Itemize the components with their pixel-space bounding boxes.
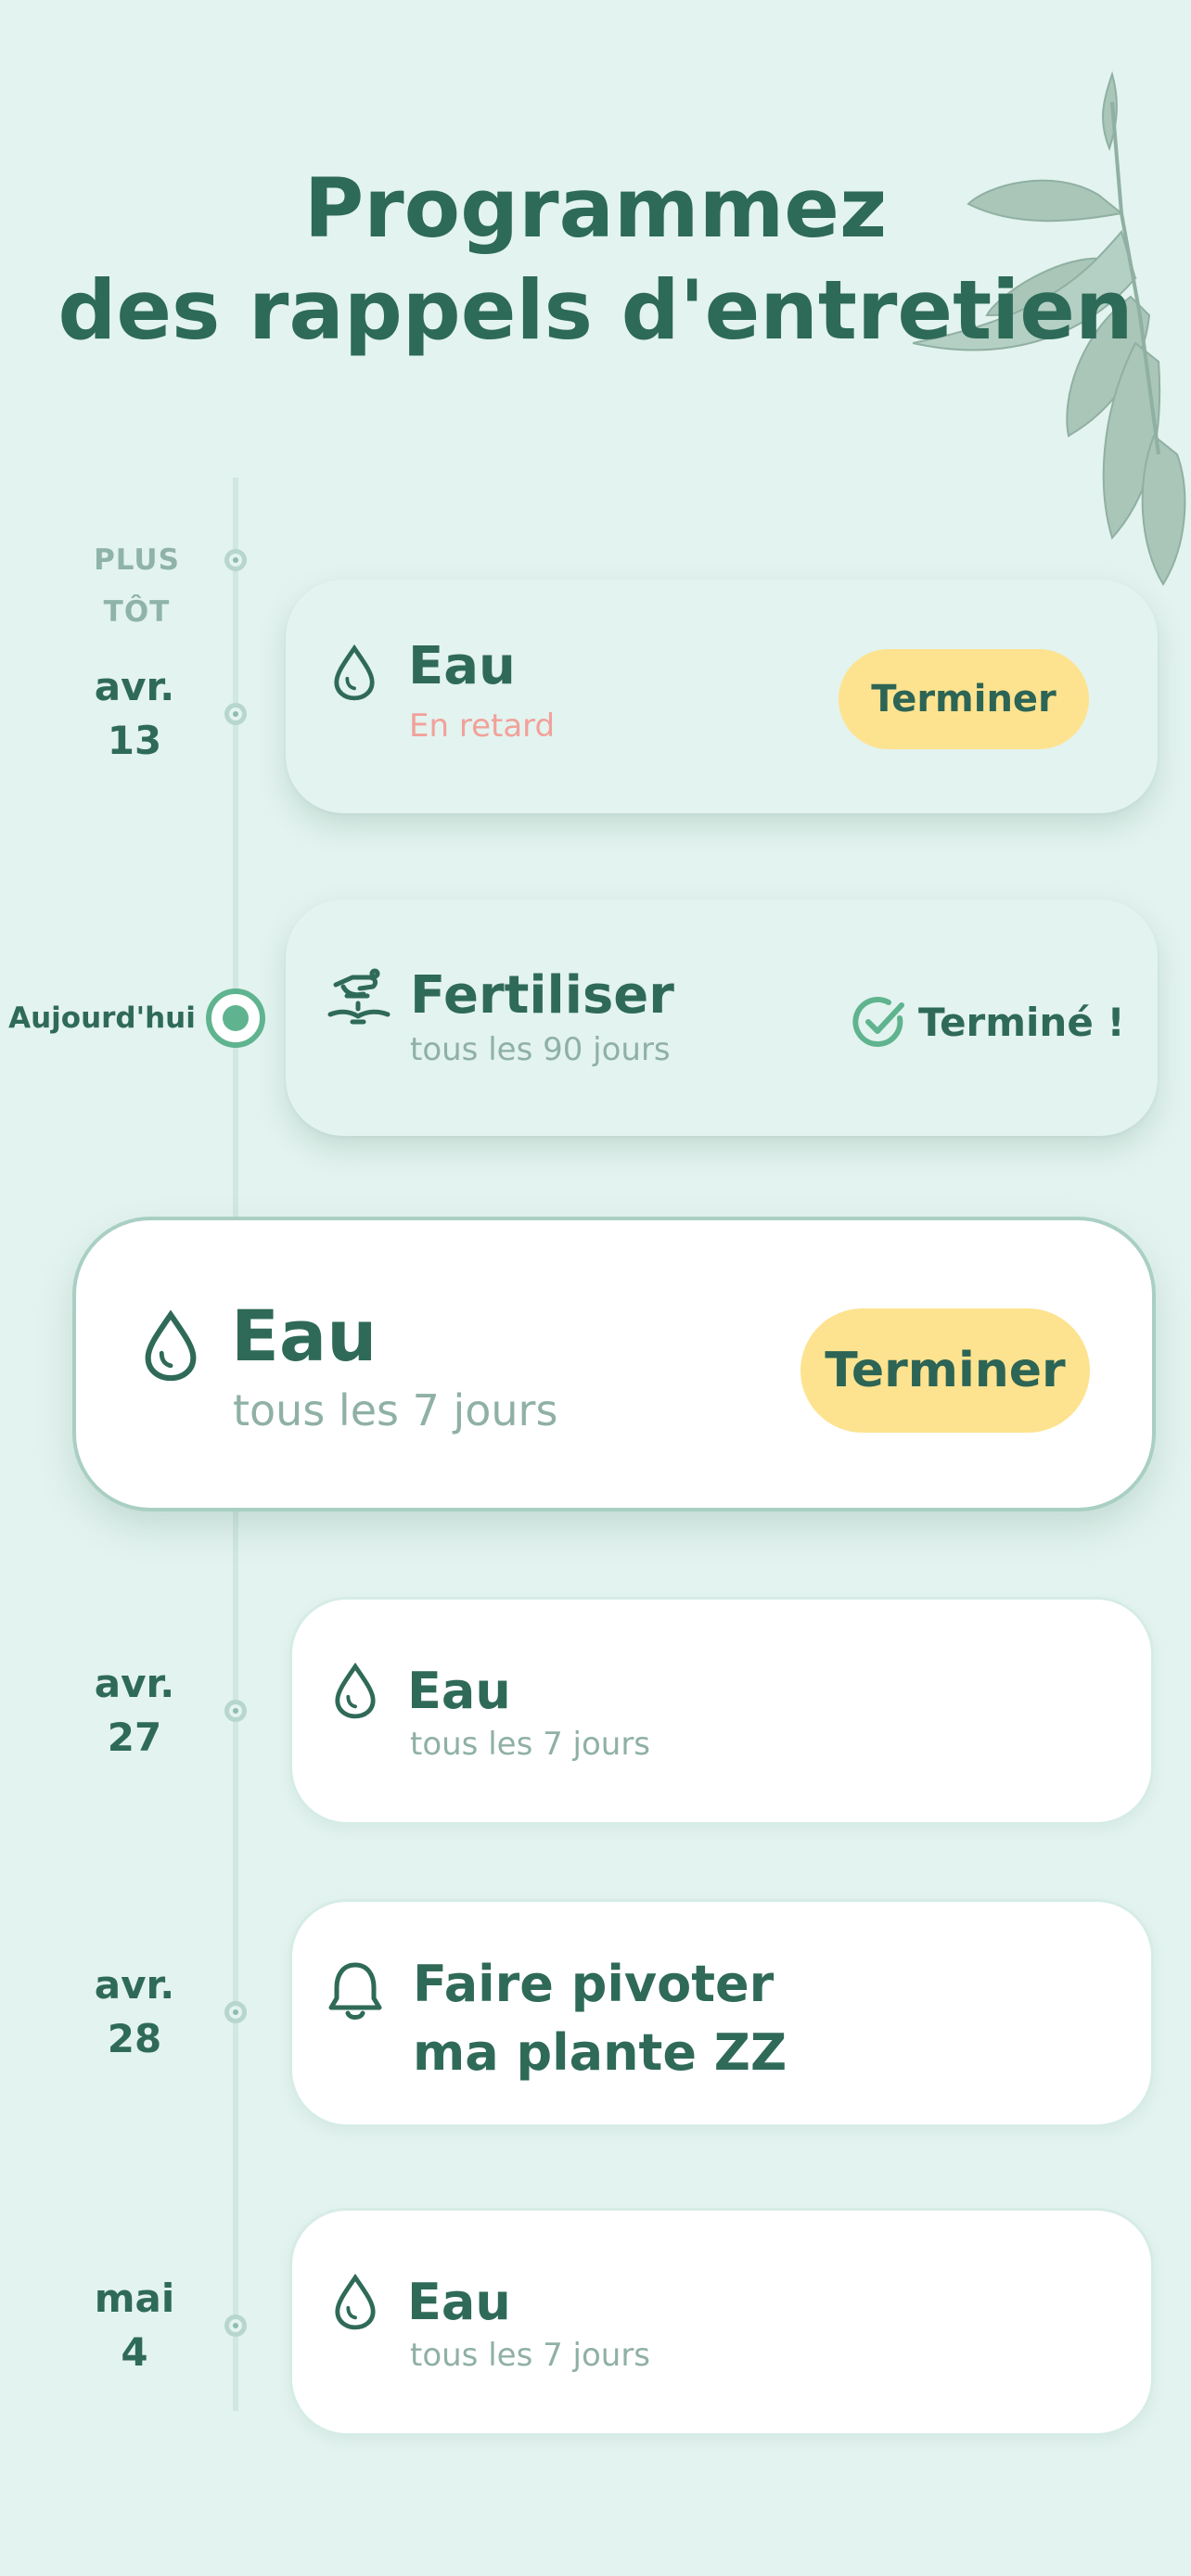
task-title: Eau: [408, 636, 516, 696]
today-label: Aujourd'hui: [8, 1001, 196, 1035]
task-title: Eau: [407, 1662, 511, 1720]
date-month: mai: [94, 2276, 175, 2321]
finish-button[interactable]: Terminer: [800, 1308, 1090, 1433]
date-month: avr.: [94, 1962, 175, 2008]
timeline-dot: [224, 1700, 247, 1722]
finish-button[interactable]: Terminer: [839, 649, 1089, 749]
date-month: avr.: [94, 1661, 175, 1706]
water-drop-icon: [145, 1310, 197, 1382]
task-frequency: tous les 7 jours: [410, 2337, 651, 2374]
date-month: avr.: [94, 664, 175, 709]
timeline-dot: [224, 549, 247, 571]
timeline-dot: [224, 2315, 247, 2337]
date-day: 4: [121, 2329, 148, 2375]
date-day: 13: [107, 718, 162, 763]
task-card-rotate[interactable]: Faire pivoter ma plante ZZ: [289, 1899, 1154, 2127]
task-title-line-1: Faire pivoter: [413, 1955, 775, 2013]
task-title: Faire pivoter ma plante ZZ: [413, 1950, 787, 2087]
timeline-dot: [224, 2001, 247, 2023]
water-drop-icon: [335, 2274, 376, 2330]
task-card-water[interactable]: Eau tous les 7 jours: [289, 1597, 1154, 1825]
date-label: avr. 27: [65, 1657, 204, 1765]
date-day: 27: [107, 1715, 162, 1760]
earlier-label: PLUS TÔT: [94, 543, 180, 629]
date-label: avr. 13: [65, 660, 204, 768]
water-drop-icon: [335, 1663, 376, 1719]
task-title-line-2: ma plante ZZ: [413, 2023, 788, 2082]
task-title: Fertiliser: [410, 965, 674, 1026]
task-card-water-featured[interactable]: Eau tous les 7 jours Terminer: [76, 1220, 1152, 1508]
date-label: mai 4: [65, 2272, 204, 2379]
task-frequency: tous les 7 jours: [410, 1726, 651, 1763]
task-frequency: tous les 90 jours: [410, 1031, 671, 1068]
date-label: avr. 28: [65, 1958, 204, 2066]
task-card-fertilize[interactable]: Fertiliser tous les 90 jours Terminé !: [286, 899, 1158, 1136]
task-title: Eau: [407, 2273, 511, 2331]
task-card-water[interactable]: Eau tous les 7 jours: [289, 2208, 1154, 2436]
timeline-dot-today: [206, 988, 265, 1048]
page-title: Programmez des rappels d'entretien: [0, 158, 1191, 362]
task-frequency: tous les 7 jours: [233, 1385, 558, 1435]
fertilizer-hand-icon: [327, 968, 391, 1025]
check-circle-icon: [852, 996, 904, 1047]
timeline-dot: [224, 703, 247, 725]
date-day: 28: [107, 2016, 162, 2061]
done-status: Terminé !: [852, 992, 1125, 1052]
bell-icon: [328, 1962, 382, 2020]
overdue-label: En retard: [409, 708, 556, 745]
title-line-1: Programmez: [303, 160, 888, 256]
title-line-2: des rappels d'entretien: [58, 262, 1133, 358]
water-drop-icon: [334, 644, 375, 701]
task-title: Eau: [231, 1294, 378, 1377]
done-label: Terminé !: [918, 999, 1125, 1045]
